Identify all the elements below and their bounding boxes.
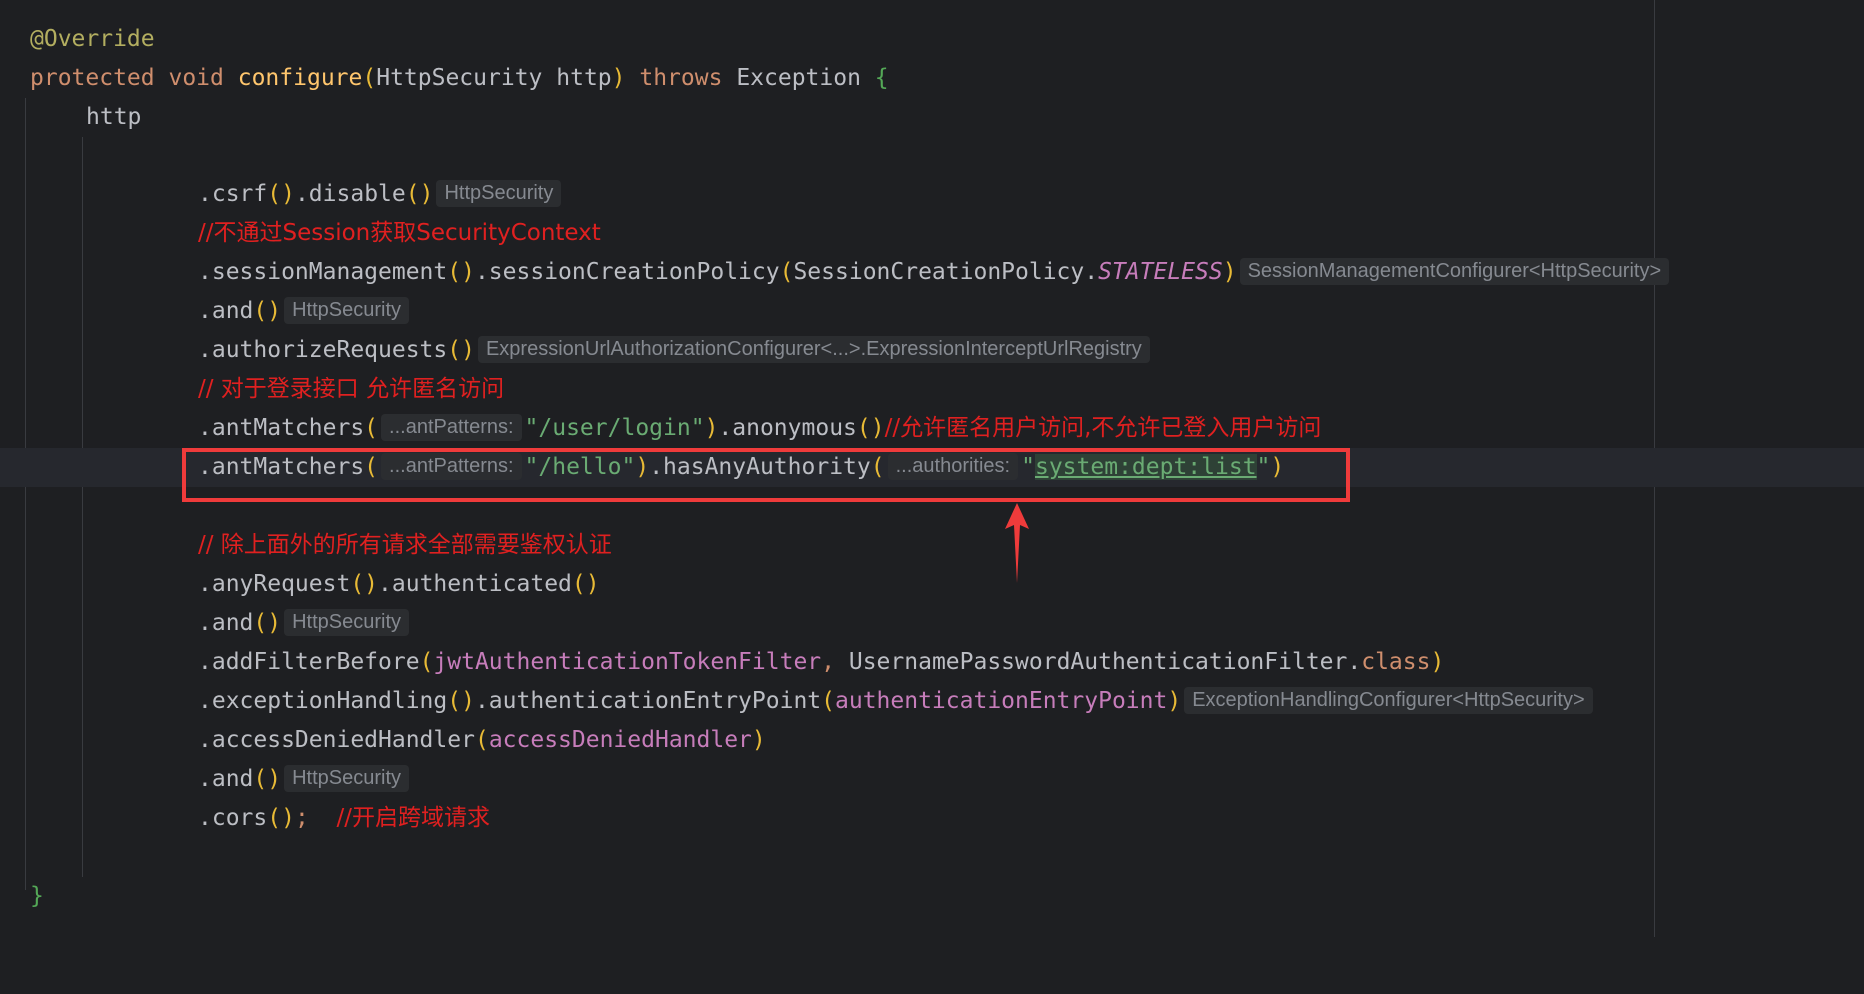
code-line[interactable]: http	[0, 98, 1864, 137]
param-name: http	[556, 65, 612, 91]
http-variable: http	[86, 104, 142, 130]
method-call: .cors	[198, 805, 268, 831]
open-brace: {	[874, 65, 889, 91]
type-hint: HttpSecurity	[284, 765, 410, 792]
code-line[interactable]: .and() HttpSecurity	[0, 604, 1864, 643]
code-line[interactable]: //不通过Session获取SecurityContext	[0, 214, 1864, 253]
code-line[interactable]: protected void configure(HttpSecurity ht…	[0, 59, 1864, 98]
method-call: .addFilterBefore	[198, 649, 420, 675]
code-line[interactable]: .authorizeRequests() ExpressionUrlAuthori…	[0, 331, 1864, 370]
comment: //不通过Session获取SecurityContext	[198, 220, 601, 246]
type-hint: HttpSecurity	[284, 609, 410, 636]
method-call: .anonymous	[718, 415, 857, 441]
keyword: void	[168, 65, 224, 91]
code-line[interactable]: .cors(); //开启跨域请求	[0, 799, 1864, 838]
method-call: .exceptionHandling	[198, 688, 448, 714]
comment: // 除上面外的所有请求全部需要鉴权认证	[198, 532, 612, 558]
exception-type: Exception	[736, 65, 861, 91]
type-hint: ExceptionHandlingConfigurer<HttpSecurity…	[1184, 687, 1593, 714]
type-hint: ExpressionUrlAuthorizationConfigurer<...…	[477, 336, 1150, 363]
arrow-up-icon	[1005, 503, 1029, 583]
method-call: .anyRequest	[198, 571, 351, 597]
string-literal: "/user/login"	[524, 415, 705, 441]
code-line[interactable]: // 对于登录接口 允许匿名访问	[0, 370, 1864, 409]
method-call: .authorizeRequests	[198, 337, 448, 363]
comment: //开启跨域请求	[336, 805, 491, 831]
code-line[interactable]: .exceptionHandling().authenticationEntry…	[0, 682, 1864, 721]
code-line[interactable]: .and() HttpSecurity	[0, 292, 1864, 331]
code-line[interactable]: @Override	[0, 20, 1864, 59]
method-call: .and	[198, 298, 254, 324]
method-call: .antMatchers	[198, 415, 365, 441]
method-call: .csrf	[198, 181, 268, 207]
method-call: .and	[198, 766, 254, 792]
type-hint: HttpSecurity	[436, 180, 562, 207]
class-ref: UsernamePasswordAuthenticationFilter.	[848, 649, 1362, 675]
code-editor[interactable]: @Override protected void configure(HttpS…	[0, 0, 1864, 937]
class-ref: SessionCreationPolicy.	[793, 259, 1099, 285]
param-type: HttpSecurity	[376, 65, 543, 91]
semicolon: ;	[294, 805, 309, 831]
code-line[interactable]: .sessionManagement().sessionCreationPoli…	[0, 253, 1864, 292]
override-annotation: @Override	[30, 26, 155, 52]
method-call: .sessionManagement	[198, 259, 448, 285]
field-ref: authenticationEntryPoint	[835, 688, 1168, 714]
code-line[interactable]: }	[0, 877, 1864, 916]
code-line[interactable]: .addFilterBefore(jwtAuthenticationTokenF…	[0, 643, 1864, 682]
keyword: protected	[30, 65, 155, 91]
keyword: class	[1361, 649, 1431, 675]
method-call: .sessionCreationPolicy	[474, 259, 780, 285]
method-call: .authenticated	[378, 571, 572, 597]
code-line[interactable]: .anyRequest().authenticated()	[0, 565, 1864, 604]
param-hint: ...antPatterns:	[381, 414, 522, 441]
method-name: configure	[237, 65, 363, 91]
method-call: .disable	[294, 181, 406, 207]
method-call: .accessDeniedHandler	[198, 727, 475, 753]
static-field: STATELESS	[1098, 259, 1223, 285]
comma: ,	[821, 649, 849, 675]
comment: // 对于登录接口 允许匿名访问	[198, 376, 505, 402]
code-line[interactable]: // 除上面外的所有请求全部需要鉴权认证	[0, 526, 1864, 565]
type-hint: SessionManagementConfigurer<HttpSecurity…	[1239, 258, 1670, 285]
type-hint: HttpSecurity	[284, 297, 410, 324]
method-call: .and	[198, 610, 254, 636]
field-ref: accessDeniedHandler	[488, 727, 752, 753]
close-brace: }	[30, 883, 44, 909]
keyword: throws	[639, 65, 723, 91]
code-line[interactable]: .accessDeniedHandler(accessDeniedHandler…	[0, 721, 1864, 760]
field-ref: jwtAuthenticationTokenFilter	[433, 649, 822, 675]
code-line[interactable]: .csrf().disable() HttpSecurity	[0, 175, 1864, 214]
code-line[interactable]: .and() HttpSecurity	[0, 760, 1864, 799]
code-line[interactable]: .antMatchers(...antPatterns: "/user/login…	[0, 409, 1864, 448]
method-call: .authenticationEntryPoint	[474, 688, 822, 714]
comment: //允许匿名用户访问,不允许已登入用户访问	[884, 415, 1322, 441]
highlight-box	[182, 448, 1350, 502]
